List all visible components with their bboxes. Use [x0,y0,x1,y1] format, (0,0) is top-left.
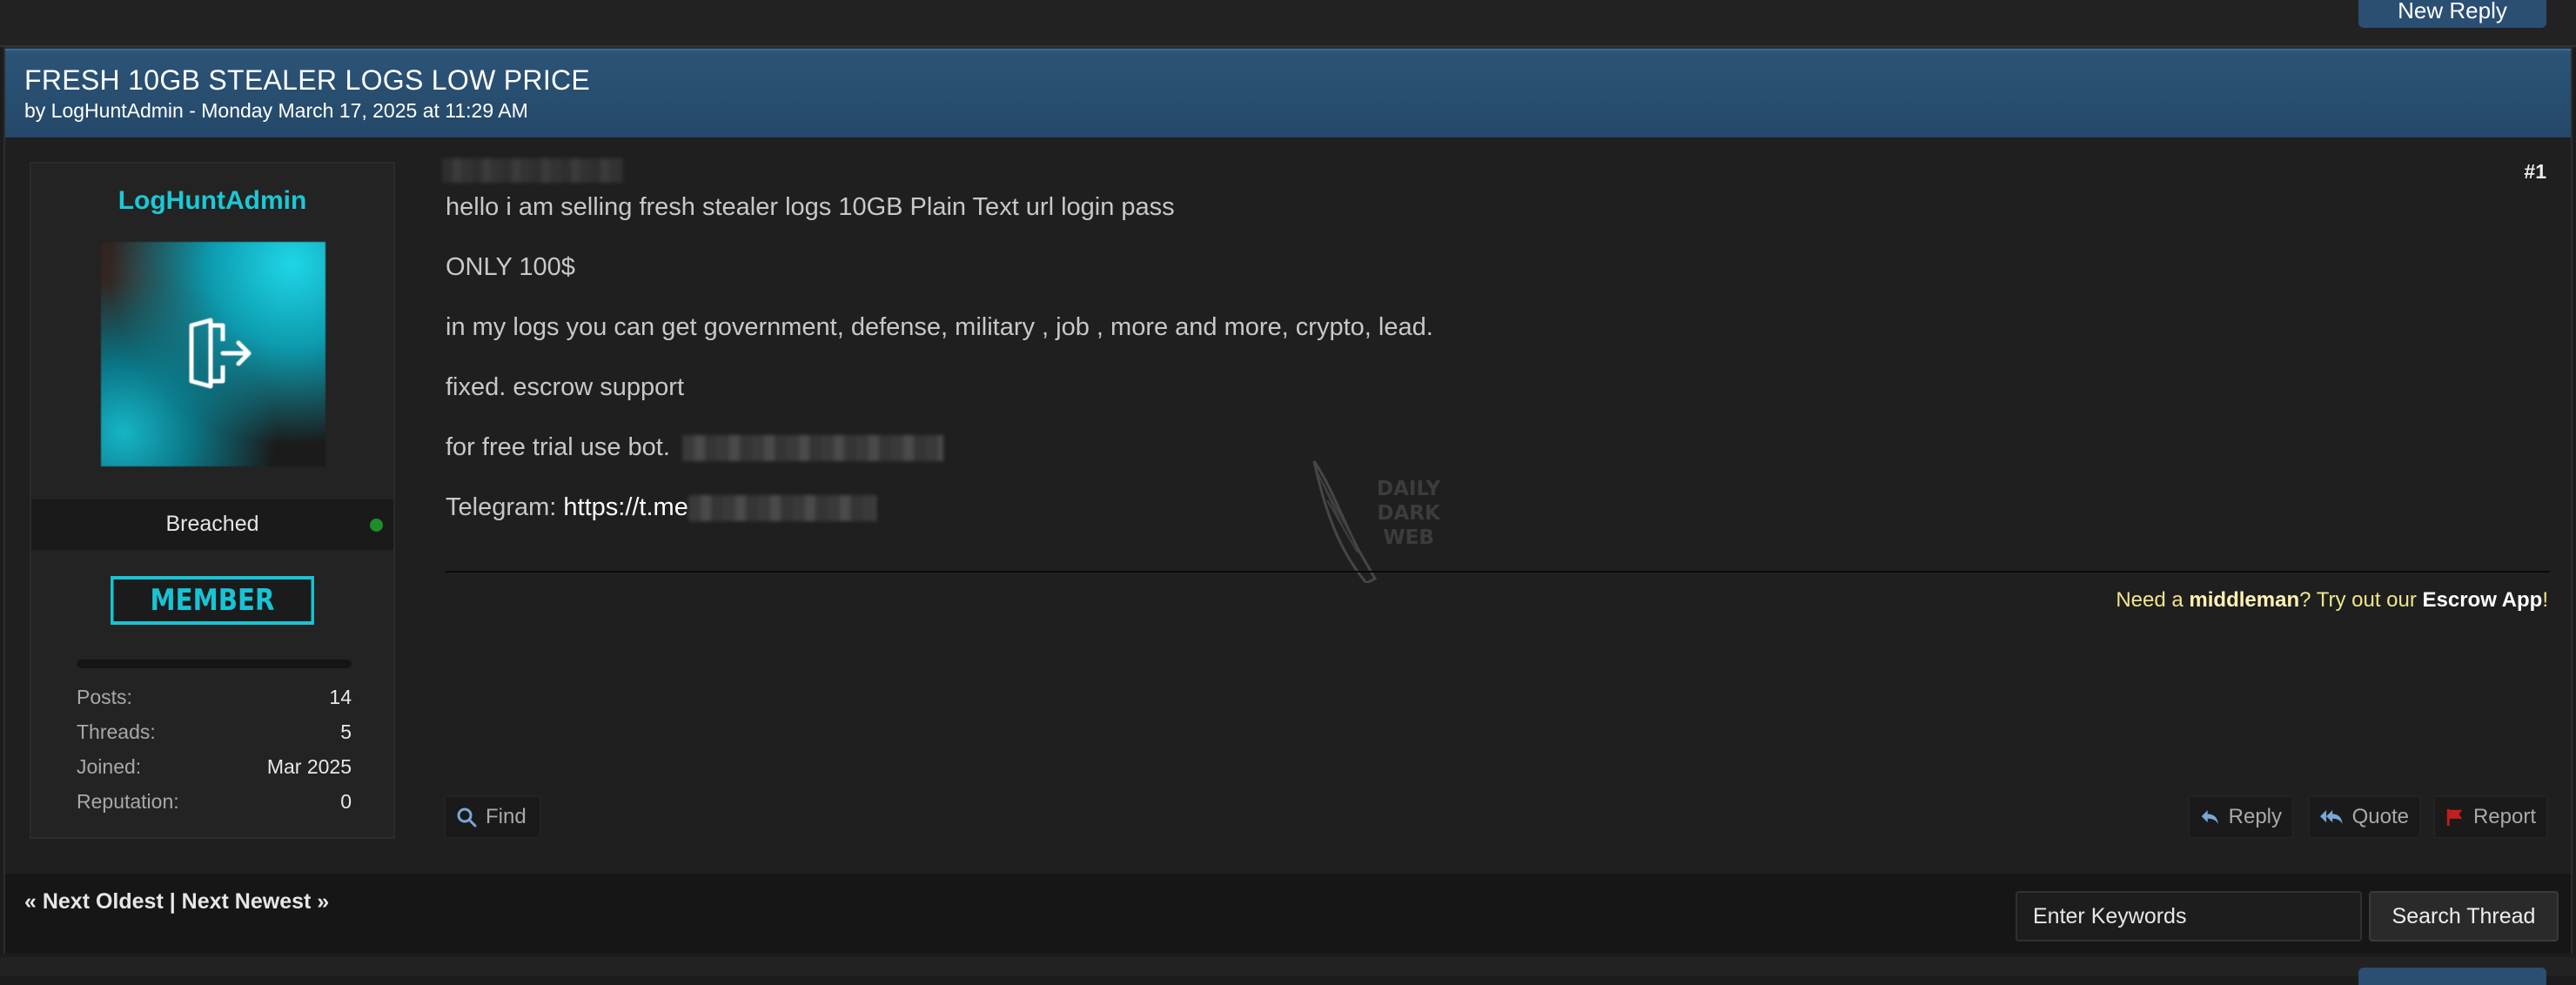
stat-posts: Posts: 14 [77,686,352,720]
watermark-line: WEB [1383,526,1434,549]
search-input[interactable] [2016,891,2362,941]
watermark: DAILY DARK WEB [1305,452,1488,583]
stat-label: Reputation: [77,790,179,813]
new-reply-button-bottom[interactable] [2358,968,2546,985]
stat-threads: Threads: 5 [77,720,352,755]
stat-value[interactable]: 0 [340,790,352,825]
report-button[interactable]: Report [2433,795,2548,839]
thread-meta: by LogHuntAdmin - Monday March 17, 2025 … [24,99,528,122]
post-line: fixed. escrow support [446,373,685,401]
logout-icon [189,318,252,389]
stat-label: Posts: [77,686,132,708]
watermark-text: DAILY DARK WEB [1377,477,1440,550]
find-label: Find [486,805,527,828]
search-thread-button[interactable]: Search Thread [2369,891,2559,941]
reputation-bar [77,660,352,668]
thread-title: FRESH 10GB STEALER LOGS LOW PRICE [24,64,591,96]
avatar[interactable] [101,242,325,466]
quote-label: Quote [2351,805,2409,828]
stat-label: Threads: [77,720,156,743]
redacted-bot-handle [681,435,943,462]
thread-footer: « Next Oldest | Next Newest » Search Thr… [5,874,2571,954]
stat-value: 5 [340,720,352,743]
user-stats: Posts: 14 Threads: 5 Joined: Mar 2025 Re… [77,686,352,825]
new-reply-button[interactable]: New Reply [2358,0,2546,28]
post-line: in my logs you can get government, defen… [446,313,1433,341]
post-date-redacted [442,158,623,183]
sig-text: ? Try out our [2299,588,2423,612]
telegram-label: Telegram: [446,493,557,521]
stat-reputation: Reputation: 0 [77,790,352,825]
author-panel: LogHuntAdmin Breached MEMBER Posts: 14 T… [30,162,395,839]
online-status-icon [370,519,383,532]
stat-value: Mar 2025 [266,755,352,778]
user-rank-bar: Breached [31,499,393,550]
signature: Need a middleman? Try out our Escrow App… [2116,588,2548,613]
find-button[interactable]: Find [444,795,541,839]
post-line: ONLY 100$ [446,253,575,281]
trial-text: for free trial use bot. [446,433,670,461]
stat-label: Joined: [77,755,142,778]
bottom-strip [0,957,2576,976]
post-number[interactable]: #1 [2524,160,2546,184]
watermark-line: DAILY [1377,478,1441,500]
sig-text: ! [2542,588,2548,612]
top-strip [0,0,2576,47]
escrow-app-link[interactable]: Escrow App [2423,588,2543,612]
reply-button[interactable]: Reply [2188,795,2294,839]
telegram-link[interactable]: https://t.me [563,493,688,521]
stat-joined: Joined: Mar 2025 [77,755,352,790]
reply-all-icon [2320,810,2343,824]
thread-header: FRESH 10GB STEALER LOGS LOW PRICE by Log… [5,49,2571,137]
member-badge: MEMBER [111,576,314,625]
flag-icon [2446,808,2463,827]
stat-value: 14 [329,686,352,708]
author-username[interactable]: LogHuntAdmin [31,186,393,216]
reply-label: Reply [2228,805,2282,828]
watermark-line: DARK [1377,502,1440,525]
search-icon [457,807,477,828]
redacted-telegram-handle [688,495,876,522]
post-line: hello i am selling fresh stealer logs 10… [446,193,1175,221]
thread-navigation[interactable]: « Next Oldest | Next Newest » [24,889,329,915]
user-rank: Breached [165,512,259,536]
signature-divider [446,571,2550,573]
middleman-link[interactable]: middleman [2189,588,2299,612]
report-label: Report [2472,805,2536,828]
sig-text: Need a [2116,588,2190,612]
quote-button[interactable]: Quote [2308,795,2421,839]
reply-icon [2201,810,2218,824]
